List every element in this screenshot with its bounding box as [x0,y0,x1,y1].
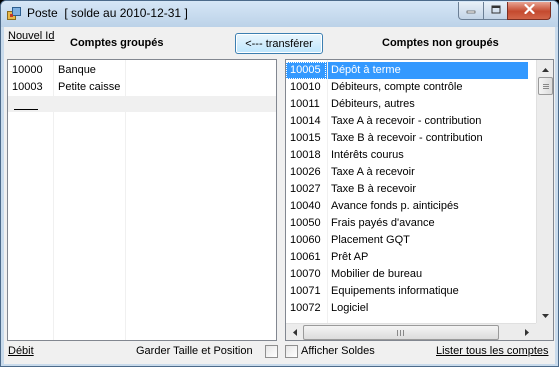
table-row[interactable]: 10014 Taxe A à recevoir - contribution [286,113,535,130]
maximize-button[interactable] [483,2,508,20]
vertical-scrollbar[interactable] [536,60,553,323]
scroll-up-button[interactable] [537,60,553,77]
table-row[interactable]: 10040 Avance fonds p. aintici­pés [286,198,535,215]
grip-line [543,88,549,89]
account-code: 10014 [290,115,321,127]
keep-size-label: Garder Taille et Position [136,345,253,357]
grip-line [400,330,401,336]
account-name: Logiciel [331,302,369,314]
grouped-accounts-header: Comptes groupés [70,37,164,49]
new-row-marker [14,109,38,110]
app-window: Poste [ solde au 2010-12-31 ] Nouvel Id … [0,0,559,367]
table-row-selected[interactable]: 10005 Dépôt à terme [286,62,535,79]
account-code: 10005 [290,64,321,76]
account-code: 10011 [290,98,320,110]
scroll-down-button[interactable] [537,306,553,323]
ungrouped-accounts-grid[interactable]: 10005 Dépôt à terme 10010 Débiteurs, comp… [285,59,554,341]
column-divider [125,60,126,340]
close-button[interactable] [507,2,551,20]
account-name: Prêt AP [331,251,369,263]
account-name: Equipements informatique [331,285,459,297]
table-row[interactable]: 10071 Equipements informatique [286,283,535,300]
table-row[interactable]: 10050 Frais payés d'avance [286,215,535,232]
table-row[interactable]: 10003 Petite caisse [8,79,276,96]
table-row[interactable]: 10061 Prêt AP [286,249,535,266]
new-row-strip[interactable] [8,96,276,112]
ungrouped-accounts-header: Comptes non groupés [382,37,499,49]
account-code: 10071 [290,285,321,297]
account-name: Intérêts courus [331,149,404,161]
account-name: Avance fonds p. aintici­pés [331,200,459,212]
grouped-accounts-grid[interactable]: 10000 Banque 10003 Petite caisse [7,59,277,341]
account-code: 10060 [290,234,321,246]
table-row[interactable]: 10072 Logiciel [286,300,535,317]
account-code: 10003 [12,81,43,93]
column-divider [53,60,54,340]
client-area: Nouvel Id Comptes groupés <--- transfére… [4,27,555,364]
arrow-down-icon [542,309,549,321]
table-row[interactable]: 10018 Intérêts courus [286,147,535,164]
close-icon [523,3,535,17]
account-name: Taxe A à recevoir [331,166,415,178]
new-id-link[interactable]: Nouvel Id [8,30,54,42]
table-row[interactable]: 10015 Taxe B à recevoir - contribution [286,130,535,147]
ungrouped-rows: 10005 Dépôt à terme 10010 Débiteurs, comp… [286,60,535,323]
show-balance-label: Afficher Soldes [301,345,375,357]
account-code: 10072 [290,302,321,314]
account-code: 10070 [290,268,321,280]
account-code: 10050 [290,217,321,229]
show-balance-checkbox[interactable] [285,345,298,358]
table-row[interactable]: 10060 Placement GQT [286,232,535,249]
account-name: Dépôt à terme [331,64,401,76]
account-name: Débiteurs, autres [331,98,415,110]
grip-line [397,330,398,336]
app-icon[interactable] [7,7,21,21]
account-name: Placement GQT [331,234,410,246]
table-row[interactable]: 10027 Taxe B à recevoir [286,181,535,198]
horizontal-scroll-thumb[interactable] [303,325,499,340]
scroll-left-button[interactable] [286,324,303,340]
table-row[interactable]: 10011 Débiteurs, autres [286,96,535,113]
column-divider [327,60,328,323]
arrow-right-icon [524,327,529,339]
table-row[interactable]: 10070 Mobilier de bureau [286,266,535,283]
account-name: Taxe B à recevoir [331,183,416,195]
arrow-left-icon [292,327,297,339]
grip-line [543,86,549,87]
account-code: 10000 [12,64,43,76]
account-name: Petite caisse [58,81,121,93]
minimize-button[interactable] [458,2,484,20]
account-code: 10061 [290,251,321,263]
debit-link[interactable]: Débit [8,345,34,357]
account-name: Banque [58,64,96,76]
table-row[interactable]: 10000 Banque [8,62,276,79]
account-name: Taxe B à recevoir - contribution [331,132,483,144]
window-title: Poste [ solde au 2010-12-31 ] [27,6,188,20]
transfer-button[interactable]: <--- transférer [235,33,323,54]
account-code: 10040 [290,200,321,212]
account-name: Débiteurs, compte contrôle [331,81,463,93]
account-name: Mobilier de bureau [331,268,423,280]
grip-line [403,330,404,336]
account-code: 10026 [290,166,321,178]
account-code: 10018 [290,149,321,161]
horizontal-scrollbar[interactable] [286,323,536,340]
table-row[interactable]: 10026 Taxe A à recevoir [286,164,535,181]
account-name: Frais payés d'avance [331,217,435,229]
arrow-up-icon [542,63,549,75]
vertical-scroll-thumb[interactable] [538,77,553,95]
account-code: 10010 [290,81,321,93]
scroll-corner [536,323,553,340]
keep-size-checkbox[interactable] [265,345,278,358]
title-bar[interactable]: Poste [ solde au 2010-12-31 ] [1,1,558,27]
grip-line [543,84,549,85]
list-all-accounts-link[interactable]: Lister tous les comptes [436,345,549,357]
account-code: 10027 [290,183,321,195]
maximize-icon [491,5,501,17]
account-name: Taxe A à recevoir - contribution [331,115,482,127]
account-code: 10015 [290,132,321,144]
table-row[interactable]: 10010 Débiteurs, compte contrôle [286,79,535,96]
scroll-right-button[interactable] [518,324,535,340]
minimize-icon [466,5,476,17]
